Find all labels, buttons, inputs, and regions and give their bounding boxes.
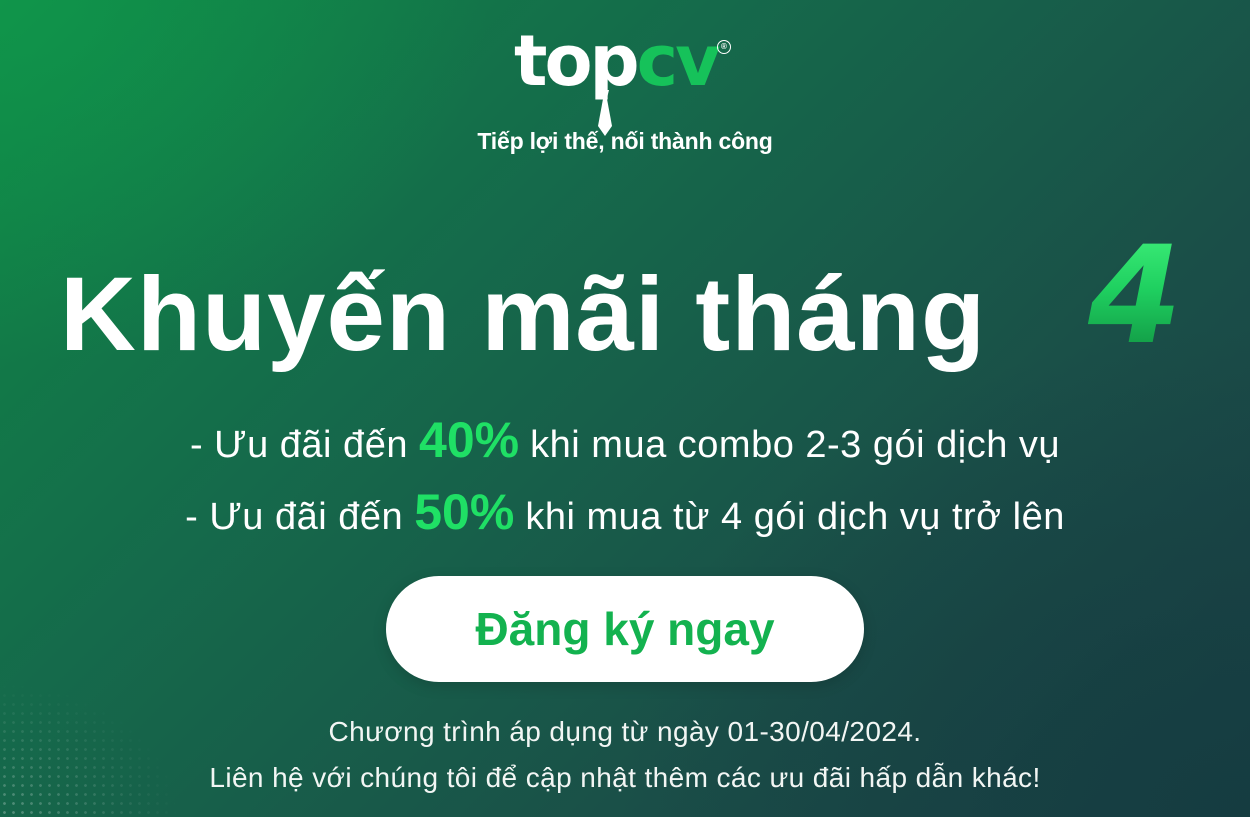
promo-banner: topcv ® Tiếp lợi thế, nối thành công Khu… (0, 0, 1250, 817)
contact-note: Liên hệ với chúng tôi để cập nhật thêm c… (209, 762, 1041, 793)
logo-text-cv: cv (636, 20, 721, 102)
logo-text-top: top (514, 20, 640, 102)
program-period-note: Chương trình áp dụng từ ngày 01-30/04/20… (328, 716, 922, 747)
topcv-logo[interactable]: topcv ® (514, 18, 744, 136)
offer-prefix: - Ưu đãi đến (189, 424, 408, 466)
offer-prefix: - Ưu đãi đến (185, 496, 404, 538)
headline-month-number: 4 (1088, 217, 1182, 374)
headline: Khuyến mãi tháng (60, 256, 987, 373)
registered-icon: ® (717, 40, 731, 54)
offer-line-1: - Ưu đãi đến 40% khi mua combo 2-3 gói d… (0, 410, 1250, 475)
offer-percent: 50% (414, 484, 515, 540)
register-now-button[interactable]: Đăng ký ngay (386, 576, 864, 682)
offer-line-2: - Ưu đãi đến 50% khi mua từ 4 gói dịch v… (0, 482, 1250, 547)
tagline: Tiếp lợi thế, nối thành công (477, 128, 773, 154)
offer-suffix: khi mua combo 2-3 gói dịch vụ (530, 424, 1061, 466)
offer-percent: 40% (419, 412, 520, 468)
offer-suffix: khi mua từ 4 gói dịch vụ trở lên (525, 496, 1065, 538)
